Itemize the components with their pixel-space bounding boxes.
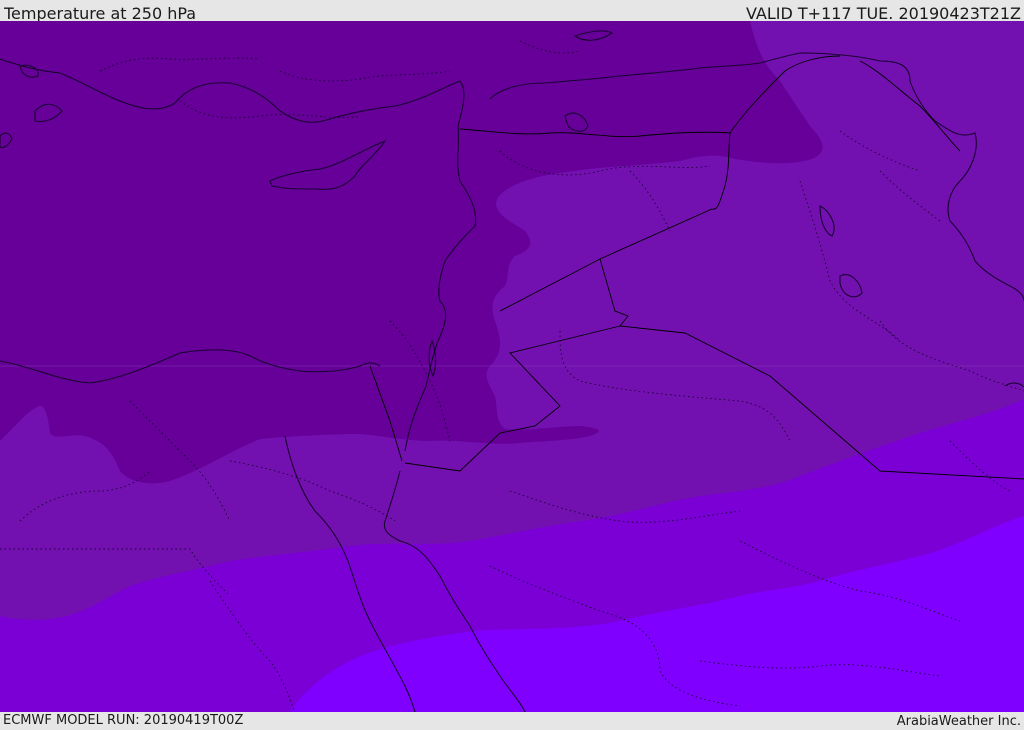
map-svg xyxy=(0,21,1024,712)
credit-label: ArabiaWeather Inc. xyxy=(896,714,1021,729)
model-run-label: ECMWF MODEL RUN: 20190419T00Z xyxy=(3,713,244,728)
footer-bar: ECMWF MODEL RUN: 20190419T00Z ArabiaWeat… xyxy=(0,712,1024,729)
temperature-map xyxy=(0,21,1024,712)
header-bar: Temperature at 250 hPa VALID T+117 TUE. … xyxy=(0,0,1024,23)
